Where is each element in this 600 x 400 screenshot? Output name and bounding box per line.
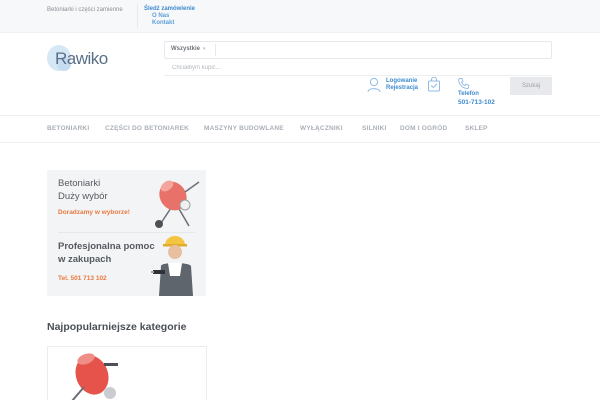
cart-button[interactable] xyxy=(427,76,441,97)
top-bar-tagline: Betoniarki i części zamienne xyxy=(47,7,123,13)
banner-phone: Tel. 501 713 102 xyxy=(58,275,107,282)
nav-item-sklep[interactable]: SKLEP xyxy=(465,125,488,132)
logo-text: Rawiko xyxy=(55,49,108,68)
concrete-mixer-icon xyxy=(71,353,118,400)
category-separator xyxy=(215,44,216,56)
concrete-mixer-icon xyxy=(155,180,200,228)
top-bar-divider xyxy=(137,4,138,28)
search-input[interactable] xyxy=(164,60,552,76)
banner-title-2: Duży wybór xyxy=(58,191,108,202)
nav-item-czesci[interactable]: CZĘŚCI DO BETONIAREK xyxy=(105,125,189,132)
about-us-link[interactable]: O Nas xyxy=(144,13,195,20)
account-block[interactable]: Logowanie Rejestracja xyxy=(367,77,427,95)
category-card[interactable] xyxy=(47,346,207,400)
nav-item-silniki[interactable]: SILNIKI xyxy=(362,125,387,132)
phone-icon xyxy=(458,78,470,89)
nav-item-maszyny[interactable]: MASZYNY BUDOWLANE xyxy=(204,125,284,132)
popular-categories-title: Najpopularniejsze kategorie xyxy=(47,321,187,333)
banner-cta: Doradzamy w wyborze! xyxy=(58,209,130,216)
category-select-value: Wszystkie xyxy=(171,46,201,52)
phone-label: Telefon xyxy=(458,91,479,97)
banner-title-1: Betoniarki xyxy=(58,178,101,189)
banner-top: Betoniarki Duży wybór Doradzamy w wyborz… xyxy=(47,170,206,232)
phone-block[interactable]: Telefon 501-713-102 xyxy=(457,77,507,106)
banner-help-1: Profesjonalna pomoc xyxy=(58,241,155,252)
worker-icon xyxy=(151,236,193,296)
account-links: Logowanie Rejestracja xyxy=(386,78,418,92)
main-nav: BETONIARKI CZĘŚCI DO BETONIAREK MASZYNY … xyxy=(0,117,600,143)
site-logo[interactable]: Rawiko xyxy=(47,43,117,73)
category-select[interactable]: Wszystkie ▾ xyxy=(171,46,206,52)
nav-item-betoniarki[interactable]: BETONIARKI xyxy=(47,125,89,132)
shopping-bag-icon xyxy=(428,76,440,92)
nav-item-wylaczniki[interactable]: WYŁĄCZNIKI xyxy=(300,125,343,132)
phone-number[interactable]: 501-713-102 xyxy=(458,99,495,106)
category-select-row: Wszystkie ▾ xyxy=(164,41,552,59)
top-bar: Betoniarki i części zamienne Śledź zamów… xyxy=(0,0,600,33)
promo-banner[interactable]: Betoniarki Duży wybór Doradzamy w wyborz… xyxy=(47,170,206,296)
user-icon xyxy=(367,77,381,93)
register-link[interactable]: Rejestracja xyxy=(386,85,418,92)
track-order-link[interactable]: Śledź zamówienie xyxy=(144,6,195,13)
nav-item-dom-ogrod[interactable]: DOM I OGRÓD xyxy=(400,125,447,132)
top-bar-links: Śledź zamówienie O Nas Kontakt xyxy=(144,6,195,27)
banner-bottom: Profesjonalna pomoc w zakupach Tel. 501 … xyxy=(47,234,206,296)
site-header: Rawiko Wszystkie▾ Logowanie Rejestracja … xyxy=(0,33,600,116)
chevron-down-icon: ▾ xyxy=(203,46,206,52)
login-link[interactable]: Logowanie xyxy=(386,78,418,85)
search-button[interactable]: Szukaj xyxy=(510,77,552,95)
banner-help-2: w zakupach xyxy=(58,254,112,265)
contact-link[interactable]: Kontakt xyxy=(144,20,195,27)
